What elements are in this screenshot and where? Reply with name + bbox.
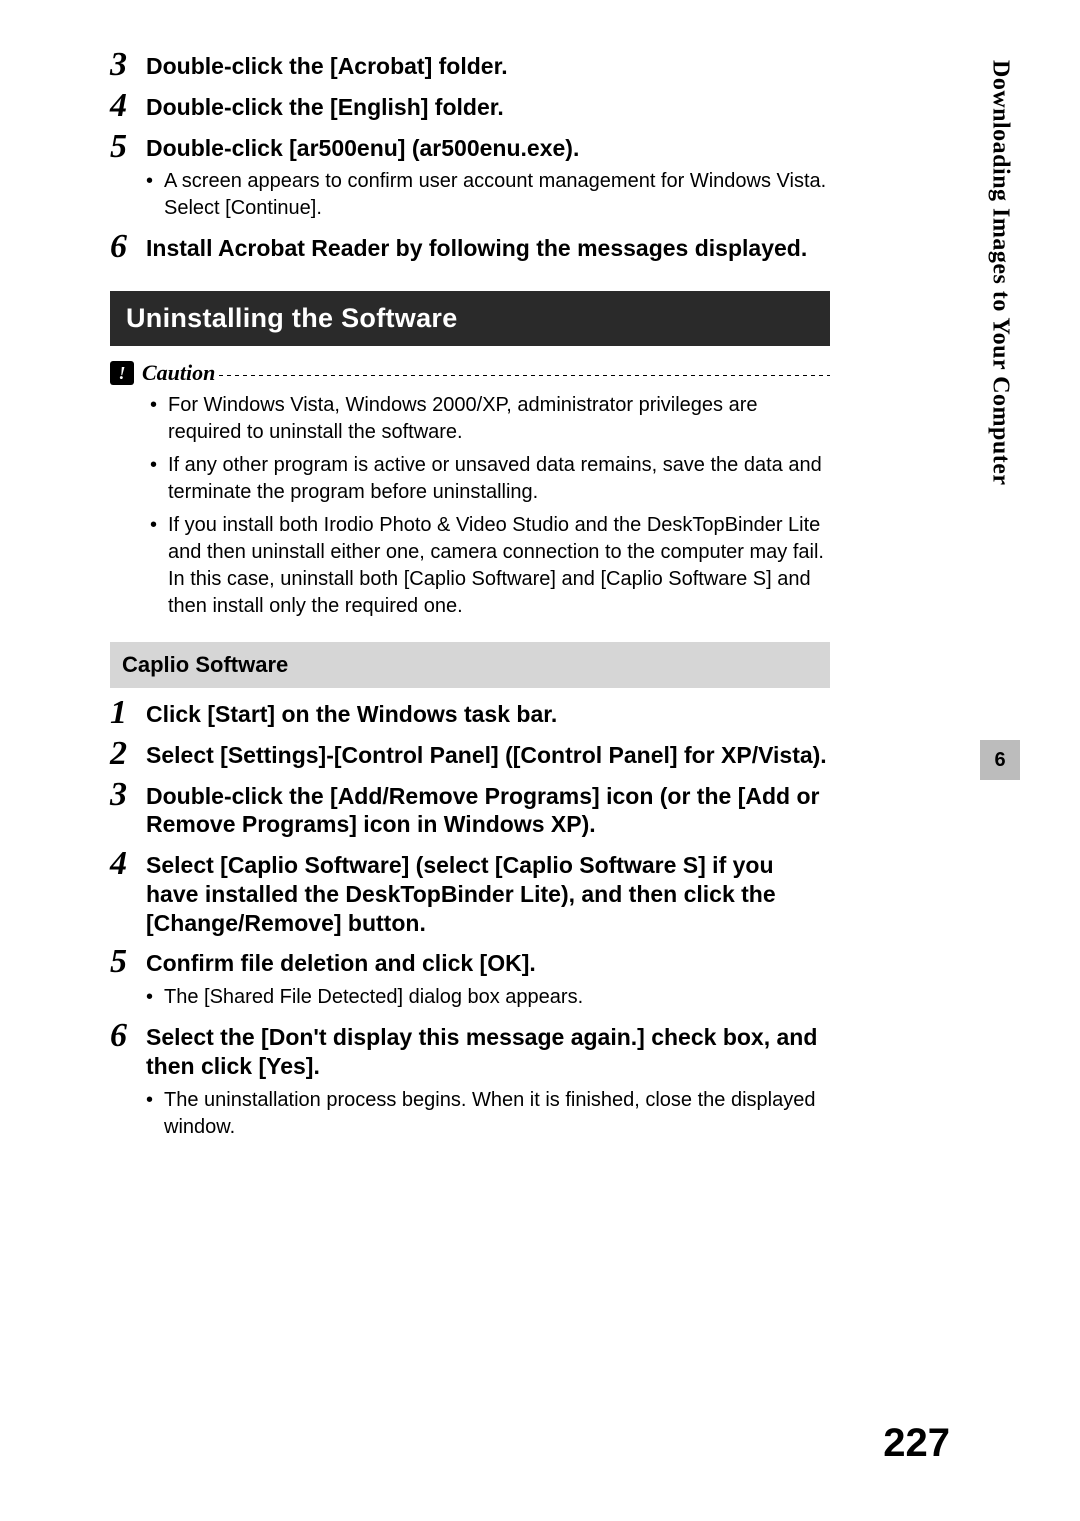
- step-bullets: The [Shared File Detected] dialog box ap…: [146, 984, 830, 1011]
- step-title: Confirm file deletion and click [OK].: [146, 949, 830, 978]
- section-title-vertical: Downloading Images to Your Computer: [987, 60, 1014, 486]
- step: 3 Double-click the [Add/Remove Programs]…: [110, 780, 830, 840]
- step-body: Install Acrobat Reader by following the …: [146, 232, 830, 263]
- bullet-item: The uninstallation process begins. When …: [146, 1087, 830, 1141]
- side-rail: Downloading Images to Your Computer 6: [980, 40, 1020, 1390]
- step: 4 Double-click the [English] folder.: [110, 91, 830, 122]
- chapter-badge: 6: [980, 740, 1020, 780]
- bullet-item: A screen appears to confirm user account…: [146, 168, 830, 222]
- caution-list: For Windows Vista, Windows 2000/XP, admi…: [110, 392, 830, 620]
- step-number: 4: [110, 849, 138, 879]
- caution-icon: !: [110, 361, 134, 385]
- step-body: Double-click the [Acrobat] folder.: [146, 50, 830, 81]
- step-number: 5: [110, 947, 138, 977]
- caution-item: If you install both Irodio Photo & Video…: [150, 512, 830, 620]
- step-bullets: A screen appears to confirm user account…: [146, 168, 830, 222]
- section-heading: Uninstalling the Software: [110, 291, 830, 346]
- step-body: Confirm file deletion and click [OK]. Th…: [146, 947, 830, 1011]
- step-title: Double-click the [Add/Remove Programs] i…: [146, 782, 830, 840]
- step-body: Double-click the [Add/Remove Programs] i…: [146, 780, 830, 840]
- step-number: 4: [110, 91, 138, 121]
- step-body: Select the [Don't display this message a…: [146, 1021, 830, 1141]
- step: 4 Select [Caplio Software] (select [Capl…: [110, 849, 830, 937]
- step-number: 6: [110, 232, 138, 262]
- step-title: Select the [Don't display this message a…: [146, 1023, 830, 1081]
- caution-header: ! Caution: [110, 360, 830, 386]
- caution-item: If any other program is active or unsave…: [150, 452, 830, 506]
- caution-label: Caution: [142, 360, 215, 386]
- step-title: Double-click the [Acrobat] folder.: [146, 52, 830, 81]
- page-number: 227: [883, 1421, 950, 1466]
- step: 1 Click [Start] on the Windows task bar.: [110, 698, 830, 729]
- step: 5 Confirm file deletion and click [OK]. …: [110, 947, 830, 1011]
- step-number: 3: [110, 780, 138, 810]
- step-number: 3: [110, 50, 138, 80]
- caution-dash-line: [219, 375, 830, 376]
- step-title: Install Acrobat Reader by following the …: [146, 234, 830, 263]
- sub-heading: Caplio Software: [110, 642, 830, 688]
- step: 6 Select the [Don't display this message…: [110, 1021, 830, 1141]
- caution-item: For Windows Vista, Windows 2000/XP, admi…: [150, 392, 830, 446]
- step-bullets: The uninstallation process begins. When …: [146, 1087, 830, 1141]
- step-body: Double-click [ar500enu] (ar500enu.exe). …: [146, 132, 830, 223]
- step-title: Select [Settings]-[Control Panel] ([Cont…: [146, 741, 830, 770]
- step-body: Select [Settings]-[Control Panel] ([Cont…: [146, 739, 830, 770]
- manual-page: Downloading Images to Your Computer 6 3 …: [0, 0, 1080, 1521]
- step-number: 2: [110, 739, 138, 769]
- step-body: Select [Caplio Software] (select [Caplio…: [146, 849, 830, 937]
- step: 5 Double-click [ar500enu] (ar500enu.exe)…: [110, 132, 830, 223]
- step-title: Double-click the [English] folder.: [146, 93, 830, 122]
- step-title: Double-click [ar500enu] (ar500enu.exe).: [146, 134, 830, 163]
- step-number: 6: [110, 1021, 138, 1051]
- step-number: 5: [110, 132, 138, 162]
- step-title: Select [Caplio Software] (select [Caplio…: [146, 851, 830, 937]
- step-body: Double-click the [English] folder.: [146, 91, 830, 122]
- step: 2 Select [Settings]-[Control Panel] ([Co…: [110, 739, 830, 770]
- step-number: 1: [110, 698, 138, 728]
- content-column: 3 Double-click the [Acrobat] folder. 4 D…: [110, 50, 830, 1141]
- step-title: Click [Start] on the Windows task bar.: [146, 700, 830, 729]
- step: 3 Double-click the [Acrobat] folder.: [110, 50, 830, 81]
- bullet-item: The [Shared File Detected] dialog box ap…: [146, 984, 830, 1011]
- step: 6 Install Acrobat Reader by following th…: [110, 232, 830, 263]
- step-body: Click [Start] on the Windows task bar.: [146, 698, 830, 729]
